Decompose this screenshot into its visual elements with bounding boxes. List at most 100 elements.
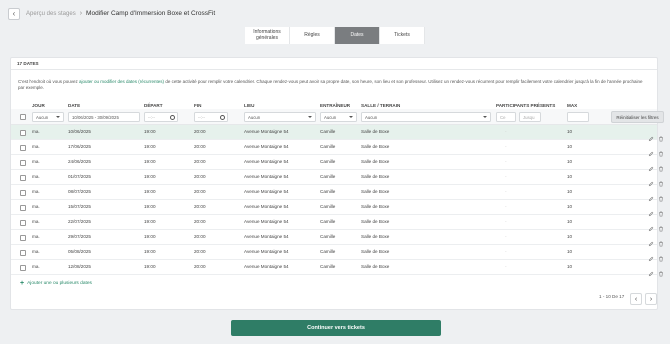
trash-icon[interactable] (658, 264, 664, 277)
table-row[interactable]: ma. 17/06/2025 19:00 20:00 Avenue Montaigne … (11, 140, 663, 157)
table-row[interactable]: ma. 24/06/2025 19:00 20:00 Avenue Montaigne … (11, 155, 663, 172)
cell-start: 19:00 (144, 219, 156, 224)
cell-date: 29/07/2025 (68, 234, 91, 239)
cell-end: 20:00 (194, 174, 206, 179)
row-checkbox[interactable] (20, 249, 26, 256)
cell-max: 10 (567, 264, 573, 269)
row-checkbox[interactable] (20, 264, 26, 271)
caret-down-icon (56, 116, 60, 118)
edit-icon[interactable] (648, 204, 654, 217)
trash-icon[interactable] (658, 129, 664, 142)
column-header-date: DATE (68, 103, 81, 108)
participants-from-placeholder: Ce (500, 114, 506, 120)
row-checkbox[interactable] (20, 159, 26, 166)
cell-date: 22/07/2025 (68, 219, 91, 224)
table-row[interactable]: ma. 22/07/2025 19:00 20:00 Avenue Montaigne … (11, 215, 663, 232)
participants-from-input[interactable]: Ce (496, 112, 516, 122)
edit-icon[interactable] (648, 159, 654, 172)
cell-start: 19:00 (144, 129, 156, 134)
cell-day: ma. (32, 189, 40, 194)
edit-icon[interactable] (648, 219, 654, 232)
trash-icon[interactable] (658, 159, 664, 172)
column-header-coach: ENTRAÎNEUR (320, 103, 351, 108)
edit-icon[interactable] (648, 129, 654, 142)
cell-day: ma. (32, 234, 40, 239)
table-row[interactable]: ma. 05/08/2025 19:00 20:00 Avenue Montaigne … (11, 245, 663, 262)
cell-coach: Camille (320, 249, 336, 254)
cell-start: 19:00 (144, 189, 156, 194)
chevron-right-icon: › (79, 10, 83, 17)
trash-icon[interactable] (658, 219, 664, 232)
start-time-filter[interactable]: --:-- (144, 112, 178, 122)
edit-icon[interactable] (648, 144, 654, 157)
add-dates-link[interactable]: + Ajouter une ou plusieurs dates (20, 280, 92, 287)
page-title: Modifier Camp d'Immersion Boxe et CrossF… (86, 10, 216, 17)
cell-room: Salle de Boxe (361, 234, 390, 239)
top-bar: ‹ Aperçu des stages › Modifier Camp d'Im… (0, 0, 670, 27)
cell-max: 10 (567, 159, 573, 164)
end-time-filter[interactable]: --:-- (194, 112, 228, 122)
table-row[interactable]: ma. 01/07/2025 19:00 20:00 Avenue Montaigne … (11, 170, 663, 187)
edit-icon[interactable] (648, 189, 654, 202)
tab-dates[interactable]: Dates (335, 27, 380, 44)
participants-to-placeholder: Jusqu (523, 114, 535, 120)
cell-place: Avenue Montaigne 54 (244, 174, 289, 179)
clock-icon (220, 115, 225, 120)
cell-max: 10 (567, 144, 573, 149)
trash-icon[interactable] (658, 204, 664, 217)
edit-icon[interactable] (648, 234, 654, 247)
cell-start: 19:00 (144, 234, 156, 239)
day-filter-select[interactable]: Aucun (32, 112, 64, 122)
continue-to-tickets-button[interactable]: Continuer vers tickets (231, 320, 441, 336)
date-range-filter[interactable]: 10/06/2025 - 30/09/2025 (68, 112, 140, 122)
row-checkbox[interactable] (20, 189, 26, 196)
next-page-button[interactable]: › (645, 293, 657, 305)
cell-start: 19:00 (144, 159, 156, 164)
cell-coach: Camille (320, 129, 336, 134)
cell-coach: Camille (320, 174, 336, 179)
chevron-right-icon: › (649, 295, 653, 303)
tab-rules[interactable]: Règles (290, 27, 335, 44)
cell-max: 10 (567, 219, 573, 224)
table-row[interactable]: ma. 29/07/2025 19:00 20:00 Avenue Montaigne … (11, 230, 663, 247)
row-checkbox[interactable] (20, 219, 26, 226)
table-row[interactable]: ma. 15/07/2025 19:00 20:00 Avenue Montaigne … (11, 200, 663, 217)
trash-icon[interactable] (658, 249, 664, 262)
trash-icon[interactable] (658, 174, 664, 187)
table-row[interactable]: ma. 10/06/2025 19:00 20:00 Avenue Montaigne … (11, 125, 663, 142)
trash-icon[interactable] (658, 189, 664, 202)
cell-day: ma. (32, 219, 40, 224)
row-checkbox[interactable] (20, 234, 26, 241)
row-checkbox[interactable] (20, 174, 26, 181)
row-checkbox[interactable] (20, 144, 26, 151)
cell-max: 10 (567, 204, 573, 209)
table-row[interactable]: ma. 08/07/2025 19:00 20:00 Avenue Montaigne … (11, 185, 663, 202)
description-link[interactable]: ajouter ou modifier des dates (récurrent… (79, 79, 164, 84)
row-checkbox[interactable] (20, 129, 26, 136)
table-row[interactable]: ma. 12/08/2025 19:00 20:00 Avenue Montaigne … (11, 260, 663, 277)
select-all-checkbox[interactable] (20, 114, 26, 120)
max-filter-input[interactable] (567, 112, 589, 122)
cell-day: ma. (32, 174, 40, 179)
row-checkbox[interactable] (20, 204, 26, 211)
breadcrumb-parent-link[interactable]: Aperçu des stages (26, 11, 76, 17)
tab-general-info[interactable]: Informations générales (245, 27, 290, 44)
trash-icon[interactable] (658, 144, 664, 157)
participants-to-input[interactable]: Jusqu (519, 112, 541, 122)
tab-tickets[interactable]: Tickets (380, 27, 425, 44)
reset-filters-button[interactable]: Réinitialiser les filtres (611, 111, 664, 123)
edit-icon[interactable] (648, 174, 654, 187)
room-filter-select[interactable]: Aucun (361, 112, 491, 122)
cell-participants: - (505, 129, 507, 134)
room-filter-value: Aucun (365, 114, 378, 120)
prev-page-button[interactable]: ‹ (630, 293, 642, 305)
trash-icon[interactable] (658, 234, 664, 247)
edit-icon[interactable] (648, 249, 654, 262)
coach-filter-select[interactable]: Aucun (320, 112, 357, 122)
cell-start: 19:00 (144, 264, 156, 269)
cell-coach: Camille (320, 264, 336, 269)
edit-icon[interactable] (648, 264, 654, 277)
place-filter-value: Aucun (248, 114, 261, 120)
place-filter-select[interactable]: Aucun (244, 112, 316, 122)
back-button[interactable]: ‹ (8, 7, 20, 20)
